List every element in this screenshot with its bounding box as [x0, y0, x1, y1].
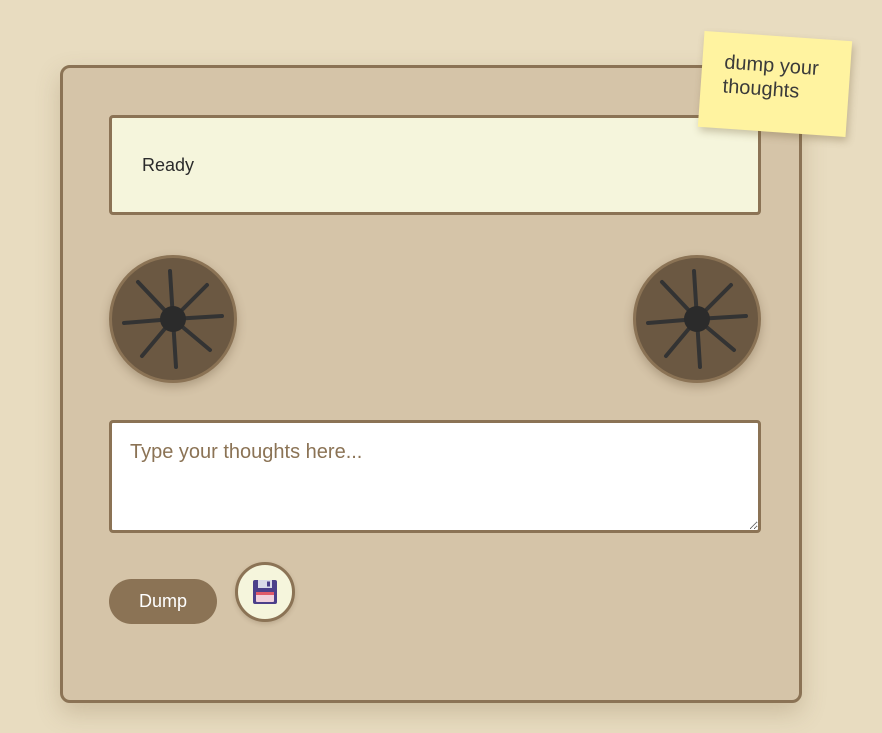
sticky-note-text: dump your thoughts — [721, 51, 820, 103]
floppy-disk-icon — [253, 580, 277, 604]
page: Ready Type your thoughts here... Dump du… — [0, 0, 882, 733]
status-display: Ready — [109, 115, 761, 215]
cassette-device: Ready Type your thoughts here... Dump — [60, 65, 802, 703]
dump-button[interactable]: Dump — [109, 579, 217, 624]
sticky-note: dump your thoughts — [697, 30, 853, 138]
status-text: Ready — [142, 154, 195, 175]
right-reel-spokes — [646, 269, 748, 369]
left-reel-spokes — [122, 269, 224, 369]
thoughts-input[interactable] — [109, 420, 761, 533]
right-tape-reel-icon — [633, 255, 761, 383]
left-tape-reel-icon — [109, 255, 237, 383]
save-button[interactable] — [235, 562, 295, 622]
